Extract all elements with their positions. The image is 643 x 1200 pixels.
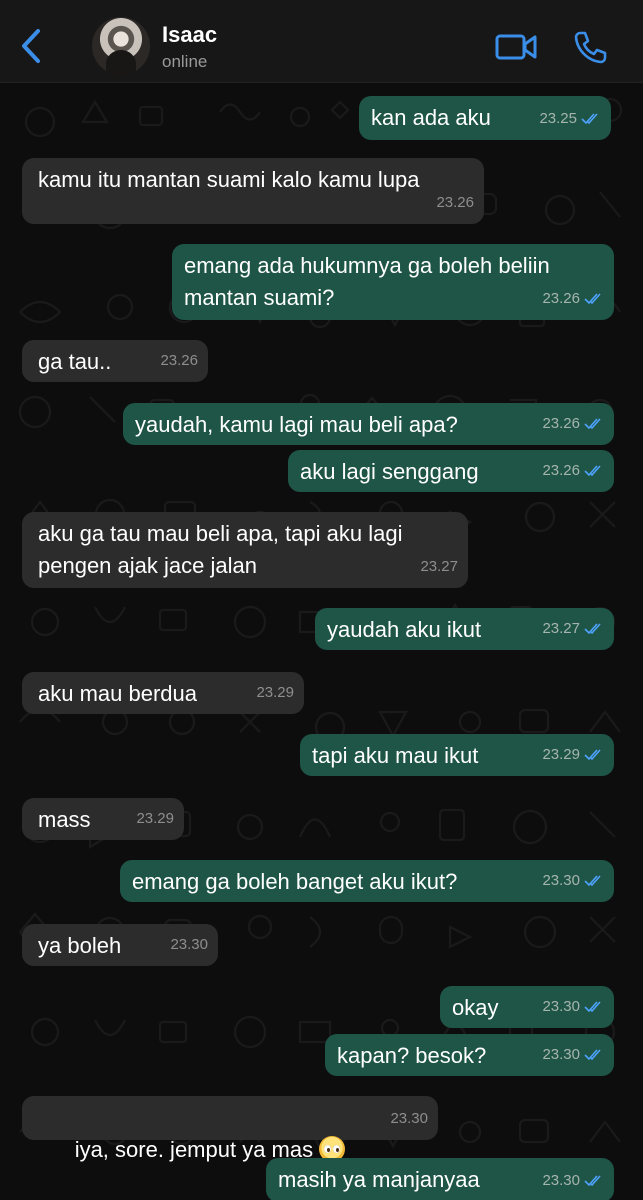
message-text: ga tau.. <box>38 349 112 374</box>
message-time: 23.30 <box>542 872 580 889</box>
message-bubble-incoming[interactable]: aku mau berdua 23.29 <box>22 672 304 714</box>
message-time: 23.30 <box>542 998 580 1015</box>
contact-name[interactable]: Isaac <box>162 22 217 48</box>
double-check-icon <box>584 875 601 887</box>
message-bubble-outgoing[interactable]: yaudah aku ikut 23.27 <box>315 608 614 650</box>
message-bubble-incoming[interactable]: iya, sore. jemput ya mas 23.30 <box>22 1096 438 1162</box>
message-text: yaudah, kamu lagi mau beli apa? <box>135 412 458 437</box>
message-bubble-outgoing[interactable]: kapan? besok? 23.30 <box>325 1034 614 1076</box>
message-meta: 23.29 <box>542 739 604 771</box>
message-bubble-outgoing[interactable]: aku lagi senggang 23.26 <box>288 450 614 492</box>
message-meta: 23.30 <box>390 1103 428 1135</box>
double-check-icon <box>584 1001 601 1013</box>
message-text: kan ada aku <box>371 105 491 130</box>
message-time: 23.27 <box>420 558 458 575</box>
chat-header: Isaac online <box>0 0 643 83</box>
message-meta: 23.30 <box>170 929 208 961</box>
message-bubble-outgoing[interactable]: yaudah, kamu lagi mau beli apa? 23.26 <box>123 403 614 445</box>
message-text: kamu itu mantan suami kalo kamu lupa <box>38 167 420 192</box>
message-time: 23.30 <box>170 936 208 953</box>
double-check-icon <box>584 1175 601 1187</box>
message-text: tapi aku mau ikut <box>312 743 479 768</box>
message-meta: 23.25 <box>539 103 601 135</box>
message-text: yaudah aku ikut <box>327 617 482 642</box>
chevron-left-icon[interactable] <box>16 26 46 66</box>
message-text: emang ga boleh banget aku ikut? <box>132 869 458 894</box>
message-meta: 23.30 <box>542 1165 604 1197</box>
message-time: 23.26 <box>542 290 580 307</box>
message-bubble-incoming[interactable]: ga tau.. 23.26 <box>22 340 208 382</box>
message-time: 23.25 <box>539 110 577 127</box>
message-meta: 23.27 <box>542 613 604 645</box>
message-bubble-outgoing[interactable]: kan ada aku 23.25 <box>359 96 611 140</box>
message-bubble-outgoing[interactable]: okay 23.30 <box>440 986 614 1028</box>
double-check-icon <box>584 1049 601 1061</box>
message-text: aku mau berdua <box>38 681 197 706</box>
message-bubble-incoming[interactable]: ya boleh 23.30 <box>22 924 218 966</box>
message-text: okay <box>452 995 499 1020</box>
message-bubble-incoming[interactable]: aku ga tau mau beli apa, tapi aku lagi p… <box>22 512 468 588</box>
message-time: 23.26 <box>436 194 474 211</box>
message-time: 23.26 <box>542 462 580 479</box>
message-time: 23.30 <box>542 1172 580 1189</box>
message-time: 23.30 <box>390 1110 428 1127</box>
message-meta: 23.26 <box>160 345 198 377</box>
double-check-icon <box>584 293 601 305</box>
phone-icon[interactable] <box>573 30 607 64</box>
message-time: 23.29 <box>542 746 580 763</box>
video-camera-icon[interactable] <box>495 32 537 62</box>
message-bubble-outgoing[interactable]: tapi aku mau ikut 23.29 <box>300 734 614 776</box>
message-text: emang ada hukumnya ga boleh beliin manta… <box>184 253 550 310</box>
message-meta: 23.30 <box>542 865 604 897</box>
message-bubble-incoming[interactable]: kamu itu mantan suami kalo kamu lupa 23.… <box>22 158 484 224</box>
message-time: 23.26 <box>542 415 580 432</box>
message-list[interactable]: kan ada aku 23.25 kamu itu mantan suami … <box>0 82 643 1200</box>
message-bubble-outgoing[interactable]: masih ya manjanyaa 23.30 <box>266 1158 614 1200</box>
message-meta: 23.27 <box>420 551 458 583</box>
contact-status: online <box>162 52 208 71</box>
message-text: aku lagi senggang <box>300 459 479 484</box>
message-meta: 23.30 <box>542 991 604 1023</box>
message-bubble-outgoing[interactable]: emang ga boleh banget aku ikut? 23.30 <box>120 860 614 902</box>
message-bubble-incoming[interactable]: mass 23.29 <box>22 798 184 840</box>
message-meta: 23.26 <box>542 408 604 440</box>
message-meta: 23.30 <box>542 1039 604 1071</box>
avatar[interactable] <box>92 17 150 75</box>
message-time: 23.29 <box>256 684 294 701</box>
message-text: mass <box>38 807 91 832</box>
message-bubble-outgoing[interactable]: emang ada hukumnya ga boleh beliin manta… <box>172 244 614 320</box>
message-meta: 23.26 <box>436 187 474 219</box>
message-text: kapan? besok? <box>337 1043 487 1068</box>
message-meta: 23.26 <box>542 455 604 487</box>
message-text: masih ya manjanyaa <box>278 1167 480 1192</box>
message-time: 23.29 <box>136 810 174 827</box>
double-check-icon <box>584 465 601 477</box>
message-meta: 23.29 <box>256 677 294 709</box>
message-meta: 23.29 <box>136 803 174 835</box>
message-text: ya boleh <box>38 933 122 958</box>
double-check-icon <box>581 113 598 125</box>
double-check-icon <box>584 749 601 761</box>
message-time: 23.27 <box>542 620 580 637</box>
message-time: 23.26 <box>160 352 198 369</box>
message-time: 23.30 <box>542 1046 580 1063</box>
double-check-icon <box>584 623 601 635</box>
message-text: aku ga tau mau beli apa, tapi aku lagi p… <box>38 521 403 578</box>
double-check-icon <box>584 418 601 430</box>
message-meta: 23.26 <box>542 283 604 315</box>
